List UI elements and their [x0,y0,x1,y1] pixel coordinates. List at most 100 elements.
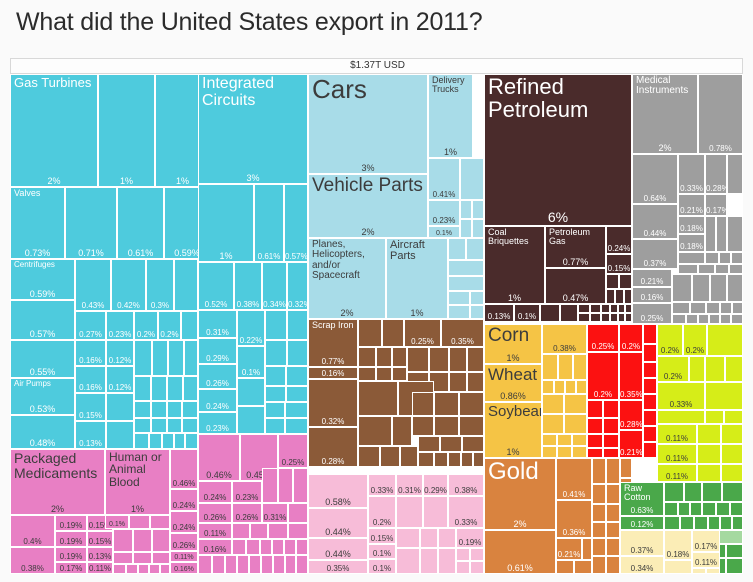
treemap-cell[interactable]: 1% [98,74,155,187]
treemap-cell[interactable] [285,418,308,434]
treemap-cell[interactable] [358,319,382,347]
treemap-cell[interactable] [625,313,632,322]
treemap-cell[interactable]: 0.12% [620,516,664,530]
treemap-cell[interactable] [618,313,625,322]
treemap-cell[interactable]: 0.11% [87,562,113,574]
treemap-cell[interactable]: 0.21% [556,538,582,560]
treemap-cell[interactable] [150,515,170,529]
treemap-cell[interactable] [278,468,293,503]
treemap-cell[interactable]: 0.33% [657,382,705,410]
treemap-cell[interactable] [707,324,743,356]
treemap-cell[interactable] [726,544,743,558]
treemap-cell[interactable] [246,539,260,555]
treemap-cell[interactable]: 0.42% [111,259,146,311]
treemap-cell[interactable]: 0.1% [105,515,129,529]
treemap-cell[interactable] [720,314,731,324]
treemap-cell[interactable]: 0.2% [368,496,396,528]
treemap-cell[interactable] [730,502,743,516]
treemap-cell[interactable] [167,376,183,401]
treemap-cell[interactable] [456,548,470,561]
treemap-cell[interactable] [448,305,470,319]
treemap-cell[interactable]: 0.21% [619,430,643,458]
treemap-cell[interactable]: 0.18% [678,234,705,252]
treemap-cell[interactable] [265,418,285,434]
treemap-cell[interactable]: 0.2% [683,324,707,356]
treemap-cell[interactable]: 0.31% [262,503,288,523]
treemap-cell[interactable] [643,324,657,344]
treemap-cell[interactable] [149,433,162,449]
treemap-cell[interactable]: 0.15% [606,254,632,274]
treemap-cell[interactable] [134,340,152,376]
treemap-cell[interactable] [690,502,702,516]
treemap-cell[interactable]: 0.1% [514,304,540,322]
treemap-cell[interactable] [265,366,286,386]
treemap-cell[interactable]: 0.61% [117,187,164,259]
treemap-cell[interactable] [554,380,565,394]
treemap-cell[interactable] [237,555,249,574]
treemap-cell[interactable] [296,539,308,555]
treemap-cell[interactable] [560,304,578,322]
treemap-cell[interactable]: Integrated Circuits 3% [198,74,308,184]
treemap-cell[interactable] [152,552,170,564]
treemap-cell[interactable] [590,304,601,313]
treemap-cell[interactable] [722,482,743,502]
treemap-cell[interactable] [606,458,620,484]
treemap-cell[interactable]: Scrap Iron 0.77% [308,319,358,367]
treemap-cell[interactable] [592,522,606,538]
treemap-cell[interactable]: Vehicle Parts 2% [308,174,428,238]
treemap-cell[interactable]: 0.16% [170,562,198,574]
treemap-cell[interactable] [358,416,392,446]
treemap-cell[interactable]: 0.71% [65,187,117,259]
treemap-cell[interactable] [620,458,632,478]
treemap-cell[interactable] [396,528,420,548]
treemap-cell[interactable] [382,319,404,347]
treemap-cell[interactable]: 0.24% [606,226,632,254]
treemap-cell[interactable] [725,356,743,382]
treemap-cell[interactable]: 0.2% [158,311,181,340]
treemap-cell[interactable] [540,304,560,322]
treemap-cell[interactable] [603,448,619,458]
treemap-cell[interactable] [113,552,133,564]
treemap-cell[interactable] [643,344,657,362]
treemap-cell[interactable] [358,347,376,367]
treemap-cell[interactable] [106,421,134,449]
treemap-cell[interactable] [708,516,720,530]
treemap-cell[interactable]: Aircraft Parts 1% [386,238,448,319]
treemap-cell[interactable] [149,564,160,574]
treemap-cell[interactable] [418,436,440,452]
treemap-cell[interactable] [459,392,484,416]
treemap-cell[interactable]: 0.12% [106,366,134,393]
treemap-cell[interactable] [706,302,720,314]
treemap-cell[interactable] [587,434,603,448]
treemap-cell[interactable] [134,433,149,449]
treemap-cell[interactable] [698,314,709,324]
treemap-cell[interactable] [182,418,198,433]
treemap-cell[interactable] [694,516,708,530]
treemap-cell[interactable]: 0.26% [232,503,262,523]
treemap-cell[interactable]: 0.19% [55,531,87,547]
treemap-cell[interactable]: 0.26% [198,503,232,523]
treemap-cell[interactable]: 0.28% [308,427,358,467]
treemap-cell[interactable] [565,380,576,394]
treemap-cell[interactable]: Centrifuges 0.59% [10,259,75,300]
treemap-cell[interactable] [260,539,272,555]
treemap-cell[interactable] [151,376,167,401]
treemap-cell[interactable]: 0.23% [428,200,460,226]
treemap-cell[interactable] [574,560,592,574]
treemap-cell[interactable] [678,502,690,516]
treemap-cell[interactable] [542,434,557,446]
treemap-cell[interactable] [134,376,151,401]
treemap-cell[interactable]: Human or Animal Blood 1% [105,449,170,515]
treemap-cell[interactable] [556,560,574,574]
treemap-cell[interactable] [185,433,198,449]
treemap-cell[interactable] [182,401,198,418]
treemap-cell[interactable] [606,504,620,522]
treemap-cell[interactable] [129,515,150,529]
treemap-cell[interactable] [705,216,716,252]
treemap-cell[interactable] [576,380,587,394]
treemap-cell[interactable] [710,274,727,302]
treemap-cell[interactable] [610,313,618,322]
treemap-cell[interactable] [358,367,376,381]
treemap-cell[interactable] [470,305,484,319]
treemap-cell[interactable]: 0.41% [556,458,592,500]
